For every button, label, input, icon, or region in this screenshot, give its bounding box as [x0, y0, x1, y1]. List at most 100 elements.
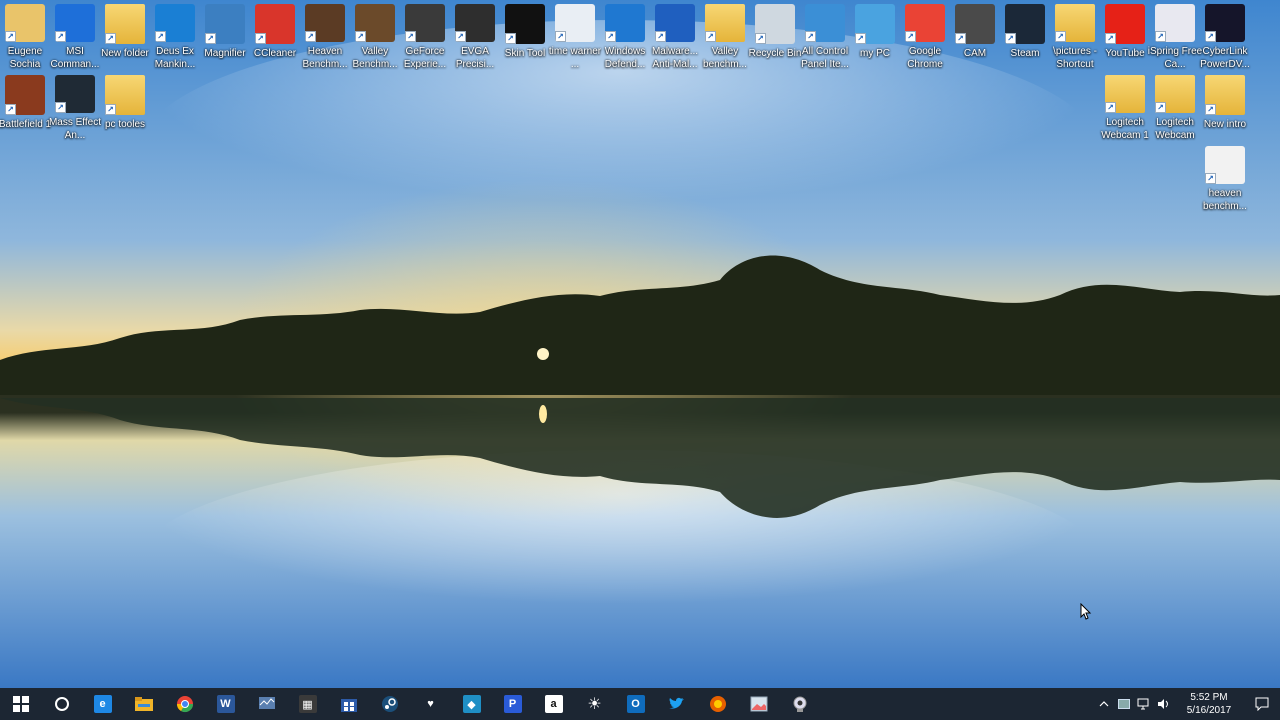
- desktop-icon[interactable]: ↗ Windows Defend...: [600, 0, 650, 70]
- shortcut-arrow-icon: ↗: [455, 31, 466, 43]
- shortcut-arrow-icon: ↗: [505, 33, 516, 44]
- folder-icon: ↗: [105, 75, 145, 115]
- desktop-icon[interactable]: ↗ Magnifier: [200, 0, 250, 70]
- word-button[interactable]: W: [205, 688, 246, 720]
- firefox-button[interactable]: [697, 688, 738, 720]
- msi-command-center-icon: ↗: [55, 4, 95, 43]
- clock[interactable]: 5:52 PM 5/16/2017: [1174, 691, 1244, 717]
- steam-button[interactable]: [369, 688, 410, 720]
- user-folder-icon: ↗: [5, 4, 45, 43]
- word-icon: W: [216, 695, 235, 713]
- desktop-icon-area: ↗ Eugene Sochia ↗ MSI Comman... ↗ New folder ↗…: [0, 0, 1280, 688]
- shortcut-arrow-icon: ↗: [1105, 102, 1116, 114]
- desktop-icon[interactable]: ↗ Battlefield 1: [0, 71, 51, 141]
- desktop-icon[interactable]: ↗ GeForce Experie...: [400, 0, 450, 70]
- desktop-icon[interactable]: ↗ Valley Benchm...: [350, 0, 400, 70]
- desktop-icon[interactable]: ↗ Malware... Anti-Mal...: [650, 0, 700, 70]
- cortana-button[interactable]: [41, 688, 82, 720]
- clock-date: 5/16/2017: [1186, 705, 1232, 716]
- desktop-icon[interactable]: ↗ time warner ...: [549, 0, 601, 70]
- edge-button[interactable]: e: [82, 688, 123, 720]
- desktop-icon[interactable]: ↗ New folder: [100, 0, 150, 70]
- webcam-button[interactable]: [779, 688, 820, 720]
- desktop-icon[interactable]: ↗ \pictures - Shortcut: [1050, 0, 1100, 70]
- valley-benchmark-icon: ↗: [355, 4, 395, 43]
- desktop-icon[interactable]: ↗ Eugene Sochia: [0, 0, 50, 70]
- desktop-icon[interactable]: ↗ Mass Effect An...: [49, 71, 101, 141]
- kodi-button[interactable]: ◆: [451, 688, 492, 720]
- store-button[interactable]: [328, 688, 369, 720]
- shortcut-arrow-icon: ↗: [105, 33, 116, 44]
- windows-logo-icon: [12, 695, 30, 713]
- steam-icon: ↗: [1005, 4, 1045, 44]
- shortcut-arrow-icon: ↗: [155, 31, 166, 43]
- folder-icon: ↗: [705, 4, 745, 43]
- pandora-button[interactable]: P: [492, 688, 533, 720]
- file-explorer-button[interactable]: [123, 688, 164, 720]
- outlook-button[interactable]: O: [615, 688, 656, 720]
- image-viewer-button[interactable]: [738, 688, 779, 720]
- desktop-icon[interactable]: ↗ Heaven Benchm...: [300, 0, 350, 70]
- firefox-icon: [709, 695, 727, 713]
- shortcut-arrow-icon: ↗: [1205, 104, 1216, 115]
- chrome-icon: ↗: [1205, 146, 1245, 185]
- brightness-button[interactable]: ☀: [574, 688, 615, 720]
- desktop-icon[interactable]: ↗ MSI Comman...: [50, 0, 100, 70]
- shortcut-arrow-icon: ↗: [1105, 33, 1116, 44]
- amazon-button[interactable]: a: [533, 688, 574, 720]
- desktop-icon[interactable]: ↗ iSpring Free Ca...: [1148, 0, 1202, 70]
- shortcut-arrow-icon: ↗: [1205, 173, 1216, 185]
- youtube-icon: ↗: [1105, 4, 1145, 44]
- folder-icon: ↗: [105, 4, 145, 44]
- desktop-icon[interactable]: ↗ New intro: [1200, 71, 1250, 141]
- folder-icon: ↗: [1205, 75, 1245, 115]
- desktop-icon[interactable]: ↗ Recycle Bin: [749, 0, 801, 70]
- shortcut-arrow-icon: ↗: [5, 104, 16, 115]
- start-button[interactable]: [0, 688, 41, 720]
- shortcut-arrow-icon: ↗: [5, 31, 16, 43]
- shortcut-arrow-icon: ↗: [355, 31, 366, 43]
- mass-effect-icon: ↗: [55, 75, 95, 114]
- network-icon[interactable]: [1134, 688, 1154, 720]
- twitter-button[interactable]: [656, 688, 697, 720]
- control-panel-icon: ↗: [805, 4, 845, 43]
- calculator-button[interactable]: ▦: [287, 688, 328, 720]
- shortcut-arrow-icon: ↗: [555, 31, 566, 43]
- file-explorer-icon: [134, 695, 153, 713]
- system-tray: 5:52 PM 5/16/2017: [1094, 688, 1280, 720]
- shortcut-arrow-icon: ↗: [1205, 31, 1216, 43]
- desktop-icon[interactable]: ↗ Steam: [1000, 0, 1050, 70]
- chevron-up-icon[interactable]: [1094, 688, 1114, 720]
- desktop-icon[interactable]: ↗ Logitech Webcam 1: [1100, 71, 1150, 141]
- chrome-icon: ↗: [905, 4, 945, 43]
- desktop-icon[interactable]: ↗ Logitech Webcam: [1150, 71, 1200, 141]
- shortcut-arrow-icon: ↗: [305, 31, 316, 43]
- iheartradio-button[interactable]: ♥: [410, 688, 451, 720]
- windows-defender-icon: ↗: [605, 4, 645, 43]
- desktop-icon[interactable]: ↗ Valley benchm...: [700, 0, 750, 70]
- desktop-icon[interactable]: ↗ CyberLink PowerDV...: [1200, 0, 1250, 70]
- chrome-button[interactable]: [164, 688, 205, 720]
- shortcut-arrow-icon: ↗: [405, 31, 416, 43]
- desktop-icon[interactable]: ↗ CAM: [950, 0, 1000, 70]
- task-manager-button[interactable]: [246, 688, 287, 720]
- desktop-icon[interactable]: ↗ Deus Ex Mankin...: [150, 0, 200, 70]
- desktop-icon[interactable]: ↗ pc tooles: [100, 71, 150, 141]
- desktop-icon[interactable]: ↗ EVGA Precisi...: [450, 0, 500, 70]
- desktop-icon[interactable]: ↗ All Control Panel Ite...: [800, 0, 850, 70]
- desktop-icon[interactable]: ↗ YouTube: [1100, 0, 1150, 70]
- desktop-icon[interactable]: ↗ CCleaner: [250, 0, 300, 70]
- volume-icon[interactable]: [1154, 688, 1174, 720]
- deus-ex-gear-icon: ↗: [155, 4, 195, 43]
- kodi-icon: ◆: [462, 695, 481, 713]
- amazon-icon: a: [544, 695, 563, 713]
- shortcut-arrow-icon: ↗: [1155, 102, 1166, 114]
- action-center-button[interactable]: [1244, 688, 1280, 720]
- notification-icon: [1255, 697, 1269, 711]
- shortcut-arrow-icon: ↗: [655, 31, 666, 43]
- desktop-icon[interactable]: ↗ Skin Tool: [500, 0, 550, 70]
- desktop-icon[interactable]: ↗ my PC: [850, 0, 900, 70]
- desktop-icon[interactable]: ↗ Google Chrome: [900, 0, 950, 70]
- tray-app-icon[interactable]: [1114, 688, 1134, 720]
- desktop-icon[interactable]: ↗ heaven benchm...: [1200, 142, 1250, 212]
